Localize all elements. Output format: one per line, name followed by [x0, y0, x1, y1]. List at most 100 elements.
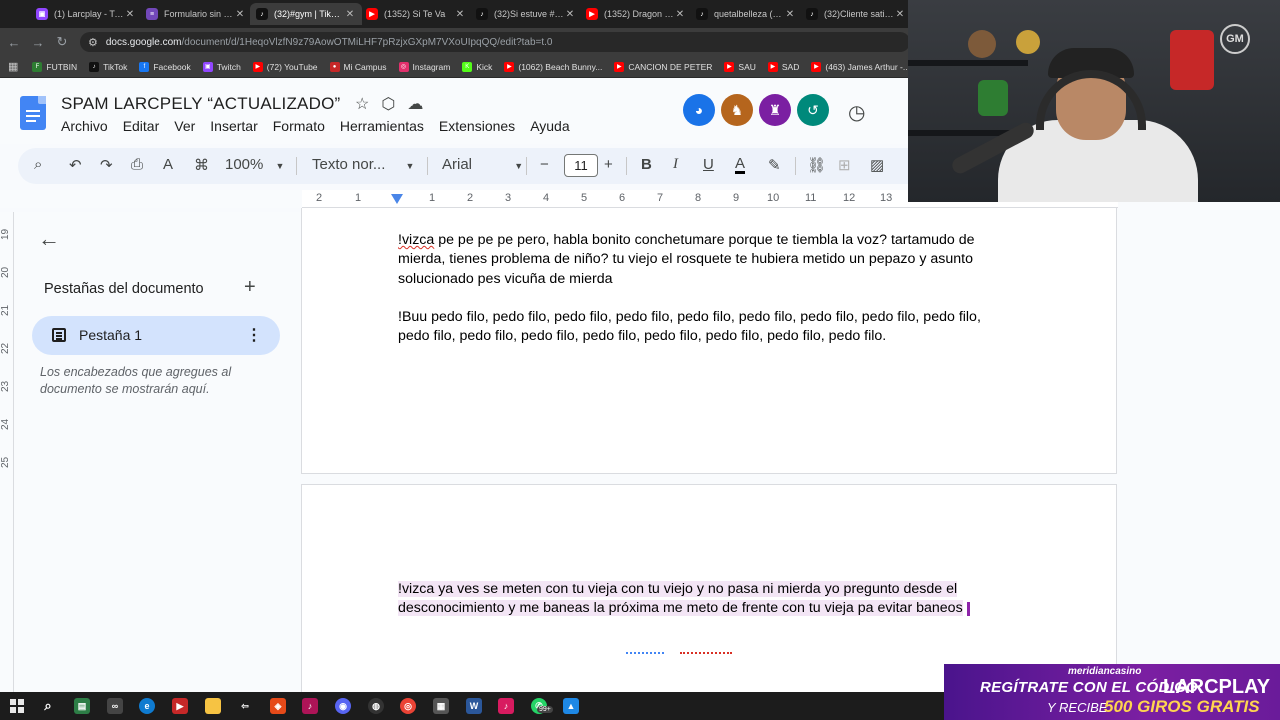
close-tab-icon[interactable]: ✕ [784, 9, 796, 20]
menu-item[interactable]: Formato [273, 118, 325, 134]
close-outline-arrow-icon[interactable]: ← [38, 226, 60, 252]
redo-icon[interactable]: ↷ [100, 156, 113, 174]
bookmark-item[interactable]: ● Mi Campus [329, 61, 387, 72]
app-pink-icon[interactable]: ♪ [302, 698, 318, 714]
browser-tab[interactable]: ≡ Formulario sin título✕ [140, 3, 252, 25]
document-canvas[interactable]: !vizca pe pe pe pe pero, habla bonito co… [300, 208, 1280, 692]
reload-icon[interactable]: ↻ [50, 34, 74, 50]
font-size-input[interactable]: 11 [564, 154, 598, 177]
bookmark-item[interactable]: ▣ Twitch [202, 61, 241, 72]
cloud-status-icon[interactable]: ☁ [407, 94, 423, 114]
url-input[interactable]: ⚙ docs.google.com /document/d/1HeqoVlzfN… [80, 32, 910, 52]
site-settings-icon[interactable]: ⚙ [88, 36, 98, 49]
browser-tab[interactable]: ▶ (1352) Si Te Va ✕ [360, 3, 472, 25]
close-tab-icon[interactable]: ✕ [564, 9, 576, 20]
docs-logo-icon[interactable] [20, 96, 46, 130]
close-tab-icon[interactable]: ✕ [894, 9, 906, 20]
menu-item[interactable]: Herramientas [340, 118, 424, 134]
version-history-icon[interactable]: ◷ [848, 100, 865, 125]
move-to-drive-icon[interactable]: ⬡ [381, 94, 395, 114]
paint-format-icon[interactable]: ⌘ [194, 156, 209, 174]
app-red-icon[interactable]: ▶ [172, 698, 188, 714]
search-icon[interactable]: ⌕ [40, 698, 56, 714]
misspelled-word[interactable]: !vizca [398, 232, 434, 248]
bookmark-item[interactable]: ▶ (463) James Arthur -... [811, 61, 910, 72]
search-menus-icon[interactable]: ⌕ [34, 156, 42, 173]
bold-icon[interactable]: B [641, 156, 652, 173]
browser-tab[interactable]: ▣ (1) Larcplay - Twitch✕ [30, 3, 142, 25]
insert-image-icon[interactable]: ▨ [870, 156, 884, 174]
add-comment-icon[interactable]: ⊞ [838, 156, 851, 174]
app-arrow-icon[interactable]: ⇦ [237, 698, 253, 714]
document-title[interactable]: SPAM LARCPELY “ACTUALIZADO” [61, 94, 340, 114]
chrome-icon[interactable]: ◎ [400, 698, 416, 714]
bookmark-item[interactable]: ◎ Instagram [398, 61, 450, 72]
photos-icon[interactable]: ▲ [563, 698, 579, 714]
calculator-icon[interactable]: ▦ [433, 698, 449, 714]
bookmark-item[interactable]: ▶ (1062) Beach Bunny... [504, 61, 602, 72]
increase-font-size-icon[interactable]: + [604, 156, 613, 173]
edge-icon[interactable]: e [139, 698, 155, 714]
browser-tab[interactable]: ▶ (1352) Dragon Ball ✕ [580, 3, 692, 25]
browser-tab[interactable]: ♪ (32)Si estuve #fyp ✕ [470, 3, 582, 25]
bookmark-item[interactable]: ♪ TikTok [89, 61, 127, 72]
word-icon[interactable]: W [466, 698, 482, 714]
print-icon[interactable]: ⎙ [131, 156, 143, 173]
menu-item[interactable]: Archivo [61, 118, 108, 134]
close-tab-icon[interactable]: ✕ [124, 9, 136, 20]
paragraph[interactable]: !vizca pe pe pe pe pero, habla bonito co… [398, 231, 1008, 289]
extension-2-icon[interactable]: ♞ [721, 94, 753, 126]
menu-item[interactable]: Insertar [210, 118, 257, 134]
font-select[interactable]: Arial ▼ [442, 156, 523, 173]
menu-item[interactable]: Ver [174, 118, 195, 134]
browser-tab[interactable]: ♪ quetalbelleza (@q ✕ [690, 3, 802, 25]
decrease-font-size-icon[interactable]: − [540, 156, 549, 173]
menu-item[interactable]: Extensiones [439, 118, 515, 134]
bookmark-item[interactable]: K Kick [462, 61, 492, 72]
highlight-icon[interactable]: ✎ [768, 156, 781, 174]
undo-icon[interactable]: ↶ [69, 156, 82, 174]
app-discord-icon[interactable]: ◉ [335, 698, 351, 714]
add-tab-plus-icon[interactable]: + [244, 276, 256, 299]
file-explorer-icon[interactable] [205, 698, 221, 714]
obs-icon[interactable]: ◍ [368, 698, 384, 714]
insert-link-icon[interactable]: ⛓ [807, 156, 826, 174]
extension-3-icon[interactable]: ♜ [759, 94, 791, 126]
paragraph[interactable]: !Buu pedo filo, pedo filo, pedo filo, pe… [398, 308, 1008, 347]
close-tab-icon[interactable]: ✕ [674, 9, 686, 20]
menu-item[interactable]: Editar [123, 118, 160, 134]
style-select[interactable]: Texto nor... ▼ [312, 156, 414, 173]
bookmark-item[interactable]: ▶ SAD [767, 61, 799, 72]
zoom-select[interactable]: 100% ▼ [225, 156, 284, 173]
document-page[interactable]: !vizca ya ves se meten con tu vieja con … [301, 484, 1117, 692]
menu-item[interactable]: Ayuda [530, 118, 569, 134]
app-glasses-icon[interactable]: ∞ [107, 698, 123, 714]
windows-start-icon[interactable] [10, 699, 24, 713]
bookmark-item[interactable]: f Facebook [139, 61, 191, 72]
app-pink2-icon[interactable]: ♪ [498, 698, 514, 714]
paragraph-selected[interactable]: !vizca ya ves se meten con tu vieja con … [398, 580, 1008, 619]
extension-1-icon[interactable]: ◕ [683, 94, 715, 126]
star-icon[interactable]: ☆ [355, 94, 369, 114]
bookmark-item[interactable]: ▶ SAU [724, 61, 756, 72]
back-icon[interactable]: ← [2, 35, 26, 50]
app-orange-icon[interactable]: ◈ [270, 698, 286, 714]
task-view-icon[interactable]: ▤ [74, 698, 90, 714]
close-tab-icon[interactable]: ✕ [234, 9, 246, 20]
bookmark-item[interactable]: ▶ CANCION DE PETER [614, 61, 712, 72]
document-page[interactable]: !vizca pe pe pe pe pero, habla bonito co… [301, 208, 1117, 474]
underline-icon[interactable]: U [703, 156, 714, 173]
spellcheck-icon[interactable]: A [163, 156, 173, 173]
close-tab-icon[interactable]: ✕ [344, 9, 356, 20]
browser-tab[interactable]: ♪ (32)#gym | TikTok ✕ [250, 3, 362, 25]
italic-icon[interactable]: I [673, 156, 678, 173]
bookmark-item[interactable]: F FUTBIN [32, 61, 77, 72]
apps-grid-icon[interactable]: ▦ [8, 60, 18, 73]
sidebar-tab-pestana-1[interactable]: Pestaña 1 ⋮ [32, 316, 280, 355]
close-tab-icon[interactable]: ✕ [454, 9, 466, 20]
browser-tab[interactable]: ♪ (32)Cliente satisfecho✕ [800, 3, 912, 25]
text-color-icon[interactable]: A [735, 156, 746, 174]
tab-options-icon[interactable]: ⋮ [246, 325, 262, 345]
bookmark-item[interactable]: ▶ (72) YouTube [252, 61, 318, 72]
extension-4-icon[interactable]: ↺ [797, 94, 829, 126]
